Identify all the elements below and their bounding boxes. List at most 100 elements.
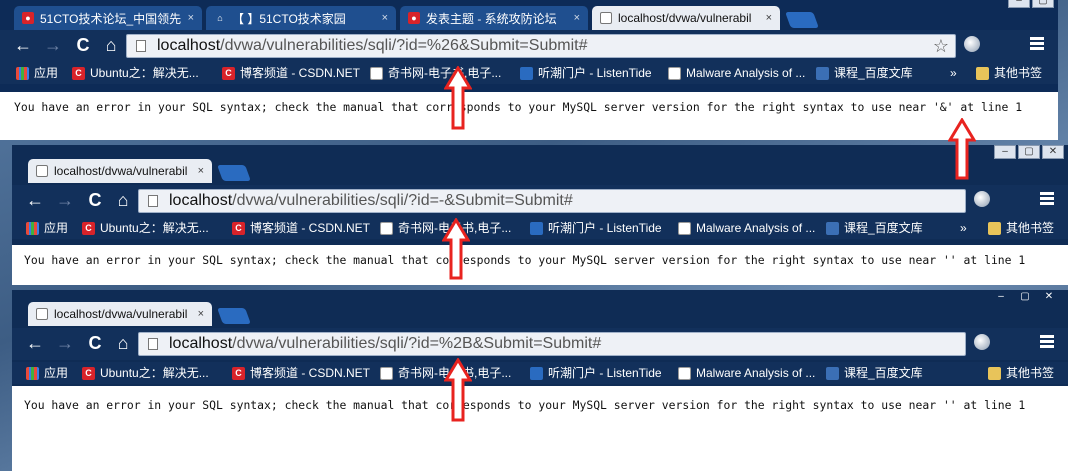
- maximize-button[interactable]: ▢: [1018, 145, 1040, 159]
- annotation-arrow-url-1: [444, 66, 472, 130]
- bookmark-apps[interactable]: 应用: [26, 365, 68, 381]
- bookmark-malware[interactable]: Malware Analysis of ...: [668, 65, 805, 81]
- maximize-button[interactable]: ▢: [1032, 0, 1054, 8]
- bookmark-qishu[interactable]: 奇书网-电子书,电子...: [370, 65, 501, 81]
- reload-button[interactable]: C: [84, 332, 106, 354]
- tab-dvwa-active[interactable]: localhost/dvwa/vulnerabil ×: [592, 6, 780, 30]
- star-icon[interactable]: ☆: [933, 35, 949, 57]
- close-window-button[interactable]: ✕: [1038, 290, 1060, 304]
- bookmark-listentide[interactable]: 听潮门户 - ListenTide: [530, 220, 662, 236]
- close-icon[interactable]: ×: [376, 12, 388, 24]
- tab-dvwa-active[interactable]: localhost/dvwa/vulnerabil ×: [28, 302, 212, 326]
- bookmark-baidu[interactable]: 课程_百度文库: [826, 220, 923, 236]
- tab-dvwa-active[interactable]: localhost/dvwa/vulnerabil ×: [28, 159, 212, 183]
- bookmark-listentide[interactable]: 听潮门户 - ListenTide: [520, 65, 652, 81]
- bookmarks-bar: 应用 C Ubuntu之：解决无... C 博客频道 - CSDN.NET 奇书网-…: [0, 62, 1058, 84]
- home-button[interactable]: ⌂: [112, 332, 134, 354]
- extension-icon[interactable]: [974, 334, 990, 350]
- bookmark-ubuntu[interactable]: C Ubuntu之：解决无...: [82, 365, 209, 381]
- tab-strip: localhost/dvwa/vulnerabil ×: [12, 296, 1068, 326]
- bookmark-listentide[interactable]: 听潮门户 - ListenTide: [530, 365, 662, 381]
- forward-button[interactable]: →: [54, 189, 76, 211]
- bookmark-apps[interactable]: 应用: [16, 65, 58, 81]
- minimize-button[interactable]: ‒: [1008, 0, 1030, 8]
- toolbar: ← → C ⌂ localhost/dvwa/vulnerabilities/s…: [12, 185, 1068, 217]
- close-icon[interactable]: ×: [192, 308, 204, 320]
- new-tab-button[interactable]: [217, 165, 251, 181]
- bookmark-csdn[interactable]: C 博客频道 - CSDN.NET: [232, 220, 370, 236]
- apps-icon: [26, 366, 39, 380]
- other-bookmarks[interactable]: 其他书签: [988, 365, 1054, 381]
- address-bar[interactable]: localhost/dvwa/vulnerabilities/sqli/?id=…: [138, 189, 966, 213]
- new-tab-button[interactable]: [217, 308, 251, 324]
- url-path: /dvwa/vulnerabilities/sqli/?id=%2B&Submi…: [232, 335, 602, 352]
- tab-label: localhost/dvwa/vulnerabil: [618, 11, 752, 25]
- reload-button[interactable]: C: [84, 189, 106, 211]
- bookmark-label: 应用: [34, 66, 59, 80]
- back-button[interactable]: ←: [24, 189, 46, 211]
- extension-icon[interactable]: [974, 191, 990, 207]
- back-button[interactable]: ←: [12, 34, 34, 56]
- bookmark-malware[interactable]: Malware Analysis of ...: [678, 220, 815, 236]
- bookmark-ubuntu[interactable]: C Ubuntu之：解决无...: [82, 220, 209, 236]
- csdn-icon: C: [232, 366, 245, 380]
- bookmark-label: 课程_百度文库: [844, 366, 923, 380]
- page-icon: [36, 308, 48, 320]
- tab-strip: localhost/dvwa/vulnerabil ×: [12, 153, 1068, 183]
- globe-icon: [520, 66, 533, 80]
- toolbar: ← → C ⌂ localhost/dvwa/vulnerabilities/s…: [12, 328, 1068, 360]
- bookmark-baidu[interactable]: 课程_百度文库: [826, 365, 923, 381]
- other-bookmarks[interactable]: 其他书签: [976, 65, 1042, 81]
- close-icon[interactable]: ×: [182, 12, 194, 24]
- menu-icon[interactable]: [1040, 192, 1054, 206]
- 51cto-icon: ●: [408, 12, 420, 24]
- new-tab-button[interactable]: [785, 12, 819, 28]
- minimize-button[interactable]: ‒: [990, 290, 1012, 304]
- bookmark-apps[interactable]: 应用: [26, 220, 68, 236]
- bookmark-baidu[interactable]: 课程_百度文库: [816, 65, 913, 81]
- forward-button[interactable]: →: [54, 332, 76, 354]
- close-icon[interactable]: ×: [760, 12, 772, 24]
- reload-button[interactable]: C: [72, 34, 94, 56]
- folder-icon: [976, 66, 989, 80]
- bookmarks-overflow-button[interactable]: »: [950, 65, 957, 81]
- bookmark-ubuntu[interactable]: C Ubuntu之：解决无...: [72, 65, 199, 81]
- menu-icon[interactable]: [1040, 335, 1054, 349]
- bookmark-label: 听潮门户 - ListenTide: [538, 66, 652, 80]
- tab-label: 发表主题 - 系统攻防论坛: [426, 11, 557, 26]
- minimize-button[interactable]: ‒: [994, 145, 1016, 159]
- window-frame: localhost/dvwa/vulnerabil × ‒ ▢ ✕ ← → C …: [12, 145, 1068, 245]
- tab-post-topic[interactable]: ● 发表主题 - 系统攻防论坛 ×: [400, 6, 588, 30]
- page-icon: [600, 12, 612, 24]
- back-button[interactable]: ←: [24, 332, 46, 354]
- page-icon: [678, 221, 691, 235]
- globe-icon: [530, 366, 543, 380]
- other-bookmarks[interactable]: 其他书签: [988, 220, 1054, 236]
- address-bar[interactable]: localhost/dvwa/vulnerabilities/sqli/?id=…: [126, 34, 956, 58]
- bookmark-label: 其他书签: [1006, 366, 1055, 380]
- close-icon[interactable]: ×: [192, 165, 204, 177]
- csdn-icon: C: [222, 66, 235, 80]
- bookmark-csdn[interactable]: C 博客频道 - CSDN.NET: [222, 65, 360, 81]
- browser-window-2: localhost/dvwa/vulnerabil × ‒ ▢ ✕ ← → C …: [12, 145, 1068, 285]
- tab-strip: ● 51CTO技术论坛_中国领先 × ⌂ 【 】51CTO技术家园 × ● 发表…: [0, 0, 1058, 30]
- bookmarks-overflow-button[interactable]: »: [960, 220, 967, 236]
- tab-51cto-forum[interactable]: ● 51CTO技术论坛_中国领先 ×: [14, 6, 202, 30]
- bookmark-malware[interactable]: Malware Analysis of ...: [678, 365, 815, 381]
- 51cto-icon: ●: [22, 12, 34, 24]
- close-icon[interactable]: ×: [568, 12, 580, 24]
- bookmark-csdn[interactable]: C 博客频道 - CSDN.NET: [232, 365, 370, 381]
- maximize-button[interactable]: ▢: [1014, 290, 1036, 304]
- bookmark-label: Ubuntu之：解决无...: [100, 366, 209, 380]
- home-button[interactable]: ⌂: [100, 34, 122, 56]
- page-content: You have an error in your SQL syntax; ch…: [0, 92, 1058, 140]
- close-window-button[interactable]: ✕: [1042, 145, 1064, 159]
- extension-icon[interactable]: [964, 36, 980, 52]
- folder-icon: [988, 221, 1001, 235]
- home-button[interactable]: ⌂: [112, 189, 134, 211]
- tab-51cto-home[interactable]: ⌂ 【 】51CTO技术家园 ×: [206, 6, 396, 30]
- menu-icon[interactable]: [1030, 37, 1044, 51]
- forward-button[interactable]: →: [42, 34, 64, 56]
- window-controls: ‒ ▢ ✕: [994, 145, 1064, 159]
- address-bar[interactable]: localhost/dvwa/vulnerabilities/sqli/?id=…: [138, 332, 966, 356]
